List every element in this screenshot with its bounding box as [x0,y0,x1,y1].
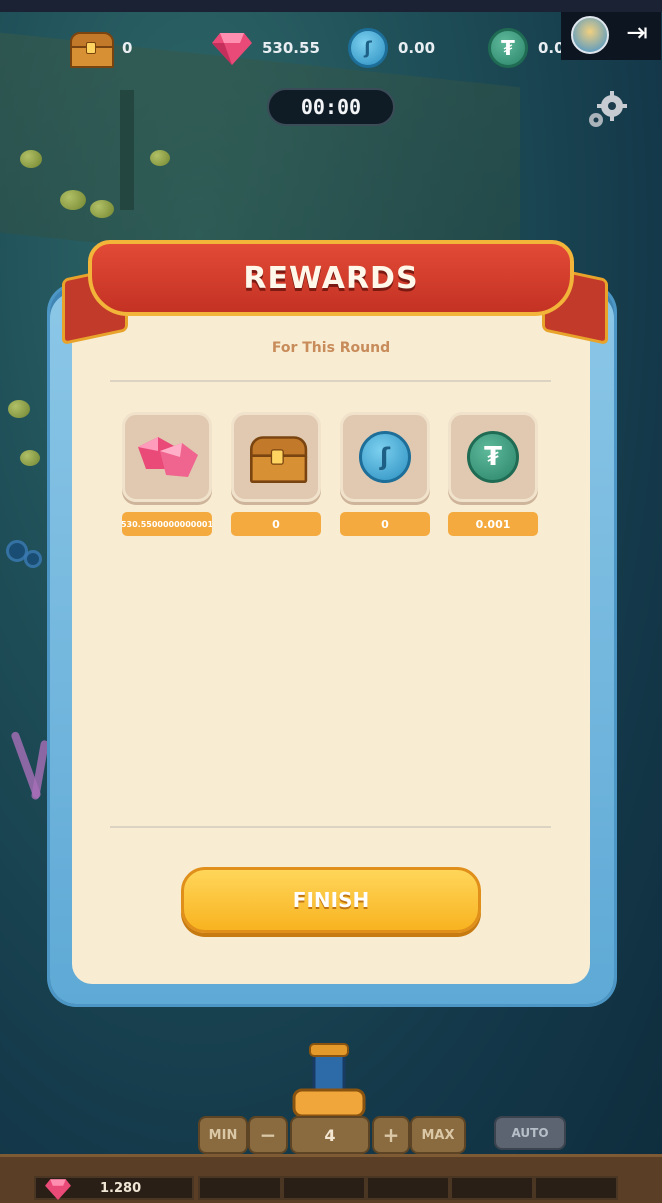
gem-icon [138,437,198,477]
divider [110,380,551,382]
settings-gear-icon[interactable] [584,88,630,132]
treasure-chest-icon [247,434,308,483]
finish-button[interactable]: FINISH [181,867,481,933]
min-bet-button[interactable]: MIN [198,1116,248,1154]
gold-coin-decoration [20,450,40,466]
increase-bet-button[interactable]: + [372,1116,410,1154]
bubble-decoration [24,550,42,568]
reward-tile [231,412,321,502]
item-slot[interactable] [366,1176,450,1200]
modal-title: REWARDS [243,260,419,296]
auto-button[interactable]: AUTO [494,1116,566,1150]
rewards-title-ribbon: REWARDS [88,240,574,316]
reward-value: 0 [231,512,321,536]
coral-decoration [30,739,50,801]
chest-count: 0 [122,39,133,57]
top-status-strip [0,0,662,12]
bet-amount-display: 4 [290,1116,370,1154]
reward-tile [122,412,212,502]
decrease-bet-button[interactable]: − [248,1116,288,1154]
hud-chest-counter: 0 [68,26,132,70]
gold-coin-decoration [8,400,30,418]
avatar[interactable] [571,16,609,54]
hud-blue-coin-counter: ʃ 0.00 [348,26,435,70]
cannon [284,1040,374,1120]
blue-coin-count: 0.00 [398,39,436,57]
hud-gem-counter: 530.55 [212,26,320,70]
reward-item-chest: 0 [231,412,321,536]
blue-coin-icon: ʃ [359,431,411,483]
logout-icon[interactable]: ⇥ [622,16,652,50]
reward-value: 0.001 [448,512,538,536]
balance-display: 1.280 [34,1176,194,1200]
reward-item-tether: ₮ 0.001 [448,412,538,536]
reward-item-blue-coin: ʃ 0 [340,412,430,536]
gold-coin-decoration [20,150,42,168]
max-bet-button[interactable]: MAX [410,1116,466,1154]
item-slot[interactable] [198,1176,282,1200]
item-slot[interactable] [534,1176,618,1200]
blue-coin-icon: ʃ [348,28,388,68]
gem-icon [45,1179,71,1200]
treasure-chest-icon [68,30,114,68]
tether-coin-icon: ₮ [467,431,519,483]
reward-value: 530.5500000000001 [122,512,212,536]
gold-coin-decoration [150,150,170,166]
gold-coin-decoration [90,200,114,218]
modal-subtitle: For This Round [271,340,391,356]
balance-value: 1.280 [100,1180,142,1196]
gold-coin-decoration [60,190,86,210]
tether-coin-icon: ₮ [488,28,528,68]
spyglass-decoration [120,90,134,210]
reward-tile: ₮ [448,412,538,502]
reward-tile: ʃ [340,412,430,502]
reward-item-gem: 530.5500000000001 [122,412,212,536]
gem-count: 530.55 [262,39,320,57]
item-slot[interactable] [282,1176,366,1200]
item-slot[interactable] [450,1176,534,1200]
round-timer: 00:00 [267,88,395,126]
reward-value: 0 [340,512,430,536]
divider [110,826,551,828]
gem-icon [212,31,252,65]
